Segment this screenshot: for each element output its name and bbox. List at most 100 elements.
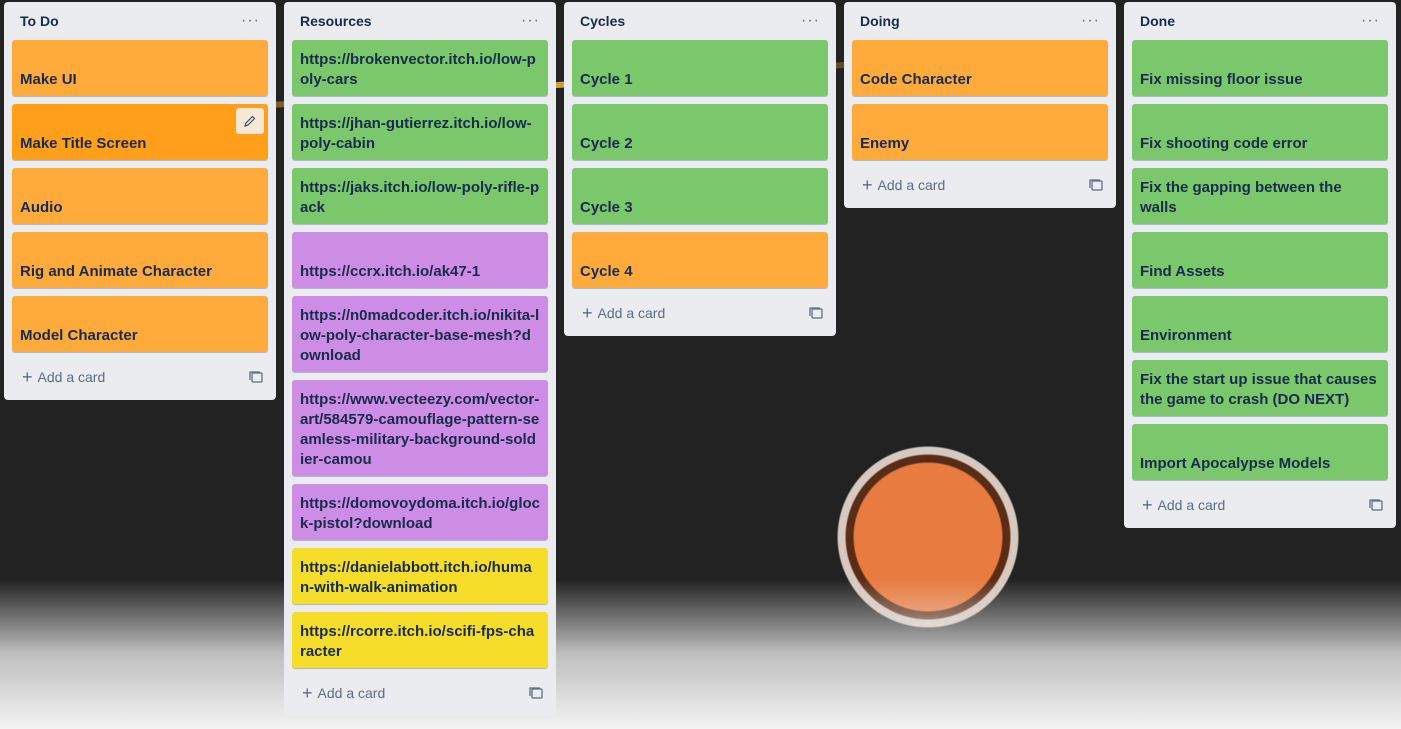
list-resources: Resources ··· https://brokenvector.itch.…	[284, 2, 556, 716]
card[interactable]: https://www.vecteezy.com/vector-art/5845…	[292, 380, 548, 476]
card[interactable]: Fix the gapping between the walls	[1132, 168, 1388, 224]
card[interactable]: Rig and Animate Character	[12, 232, 268, 288]
card[interactable]: https://jaks.itch.io/low-poly-rifle-pack	[292, 168, 548, 224]
plus-icon: +	[22, 367, 33, 387]
list-header: Doing ···	[852, 2, 1108, 40]
list-done: Done ··· Fix missing floor issue Fix sho…	[1124, 2, 1396, 528]
card-template-icon[interactable]	[1368, 497, 1384, 513]
plus-icon: +	[862, 175, 873, 195]
add-card-label: Add a card	[37, 369, 106, 385]
list-menu-button[interactable]: ···	[797, 10, 824, 32]
plus-icon: +	[582, 303, 593, 323]
list-menu-button[interactable]: ···	[1357, 10, 1384, 32]
card[interactable]: https://n0madcoder.itch.io/nikita-low-po…	[292, 296, 548, 372]
add-card-button[interactable]: + Add a card	[582, 303, 666, 323]
card[interactable]: Cycle 4	[572, 232, 828, 288]
card-title: Fix shooting code error	[1140, 135, 1308, 152]
list-to-do: To Do ··· Make UI Make Title Screen Audi…	[4, 2, 276, 400]
add-card-button[interactable]: + Add a card	[302, 683, 386, 703]
card-title: https://domovoydoma.itch.io/glock-pistol…	[300, 495, 540, 532]
card-title: Cycle 1	[580, 71, 633, 88]
card-title: Import Apocalypse Models	[1140, 455, 1331, 472]
card[interactable]: https://brokenvector.itch.io/low-poly-ca…	[292, 40, 548, 96]
list-doing: Doing ··· Code Character Enemy + Add a c…	[844, 2, 1116, 208]
card[interactable]: Enemy	[852, 104, 1108, 160]
add-card-label: Add a card	[877, 177, 946, 193]
list-header: Cycles ···	[572, 2, 828, 40]
board: To Do ··· Make UI Make Title Screen Audi…	[0, 0, 1401, 729]
list-title[interactable]: Doing	[860, 13, 900, 29]
card[interactable]: Audio	[12, 168, 268, 224]
card[interactable]: Environment	[1132, 296, 1388, 352]
card-title: Fix missing floor issue	[1140, 71, 1303, 88]
card[interactable]: https://danielabbott.itch.io/human-with-…	[292, 548, 548, 604]
list-menu-button[interactable]: ···	[517, 10, 544, 32]
card-title: https://ccrx.itch.io/ak47-1	[300, 263, 481, 280]
card-title: https://n0madcoder.itch.io/nikita-low-po…	[300, 307, 540, 364]
add-card-button[interactable]: + Add a card	[862, 175, 946, 195]
card[interactable]: Code Character	[852, 40, 1108, 96]
card-title: Environment	[1140, 327, 1232, 344]
card-title: https://rcorre.itch.io/scifi-fps-charact…	[300, 623, 535, 660]
list-header: Done ···	[1132, 2, 1388, 40]
card-title: Rig and Animate Character	[20, 263, 212, 280]
card-title: Audio	[20, 199, 63, 216]
card[interactable]: Fix shooting code error	[1132, 104, 1388, 160]
card[interactable]: https://domovoydoma.itch.io/glock-pistol…	[292, 484, 548, 540]
card-title: https://www.vecteezy.com/vector-art/5845…	[300, 391, 540, 468]
card[interactable]: Make UI	[12, 40, 268, 96]
card-title: Code Character	[860, 71, 972, 88]
list-menu-button[interactable]: ···	[237, 10, 264, 32]
add-card-button[interactable]: + Add a card	[22, 367, 106, 387]
card-title: Enemy	[860, 135, 910, 152]
list-footer: + Add a card	[1132, 482, 1388, 528]
card-title: Cycle 3	[580, 199, 633, 216]
list-footer: + Add a card	[12, 354, 268, 400]
add-card-label: Add a card	[597, 305, 666, 321]
card-template-icon[interactable]	[808, 305, 824, 321]
card-title: https://jaks.itch.io/low-poly-rifle-pack	[300, 179, 540, 216]
card-title: https://jhan-gutierrez.itch.io/low-poly-…	[300, 115, 532, 152]
list-title[interactable]: Resources	[300, 13, 372, 29]
add-card-button[interactable]: + Add a card	[1142, 495, 1226, 515]
card-title: https://danielabbott.itch.io/human-with-…	[300, 559, 532, 596]
add-card-label: Add a card	[1157, 497, 1226, 513]
plus-icon: +	[302, 683, 313, 703]
list-title[interactable]: Done	[1140, 13, 1175, 29]
card-title: Find Assets	[1140, 263, 1225, 280]
card[interactable]: https://ccrx.itch.io/ak47-1	[292, 232, 548, 288]
add-card-label: Add a card	[317, 685, 386, 701]
card[interactable]: Model Character	[12, 296, 268, 352]
card-title: Make UI	[20, 71, 77, 88]
card-template-icon[interactable]	[1088, 177, 1104, 193]
card-title: Fix the gapping between the walls	[1140, 179, 1342, 216]
card-title: https://brokenvector.itch.io/low-poly-ca…	[300, 51, 536, 88]
card-title: Model Character	[20, 327, 138, 344]
list-footer: + Add a card	[572, 290, 828, 336]
card[interactable]: Fix the start up issue that causes the g…	[1132, 360, 1388, 416]
card[interactable]: Cycle 3	[572, 168, 828, 224]
pencil-icon[interactable]	[236, 108, 264, 134]
card[interactable]: Cycle 2	[572, 104, 828, 160]
card[interactable]: Cycle 1	[572, 40, 828, 96]
list-menu-button[interactable]: ···	[1077, 10, 1104, 32]
card[interactable]: Fix missing floor issue	[1132, 40, 1388, 96]
list-cycles: Cycles ··· Cycle 1 Cycle 2 Cycle 3 Cycle…	[564, 2, 836, 336]
list-footer: + Add a card	[852, 162, 1108, 208]
list-title[interactable]: Cycles	[580, 13, 625, 29]
card[interactable]: Find Assets	[1132, 232, 1388, 288]
card-title: Cycle 2	[580, 135, 633, 152]
list-title[interactable]: To Do	[20, 13, 59, 29]
card-title: Cycle 4	[580, 263, 633, 280]
list-footer: + Add a card	[292, 670, 548, 716]
plus-icon: +	[1142, 495, 1153, 515]
card-title: Fix the start up issue that causes the g…	[1140, 371, 1377, 408]
card[interactable]: https://jhan-gutierrez.itch.io/low-poly-…	[292, 104, 548, 160]
card-template-icon[interactable]	[528, 685, 544, 701]
list-header: Resources ···	[292, 2, 548, 40]
card-title: Make Title Screen	[20, 135, 147, 152]
card-template-icon[interactable]	[248, 369, 264, 385]
card[interactable]: Import Apocalypse Models	[1132, 424, 1388, 480]
card[interactable]: https://rcorre.itch.io/scifi-fps-charact…	[292, 612, 548, 668]
card[interactable]: Make Title Screen	[12, 104, 268, 160]
